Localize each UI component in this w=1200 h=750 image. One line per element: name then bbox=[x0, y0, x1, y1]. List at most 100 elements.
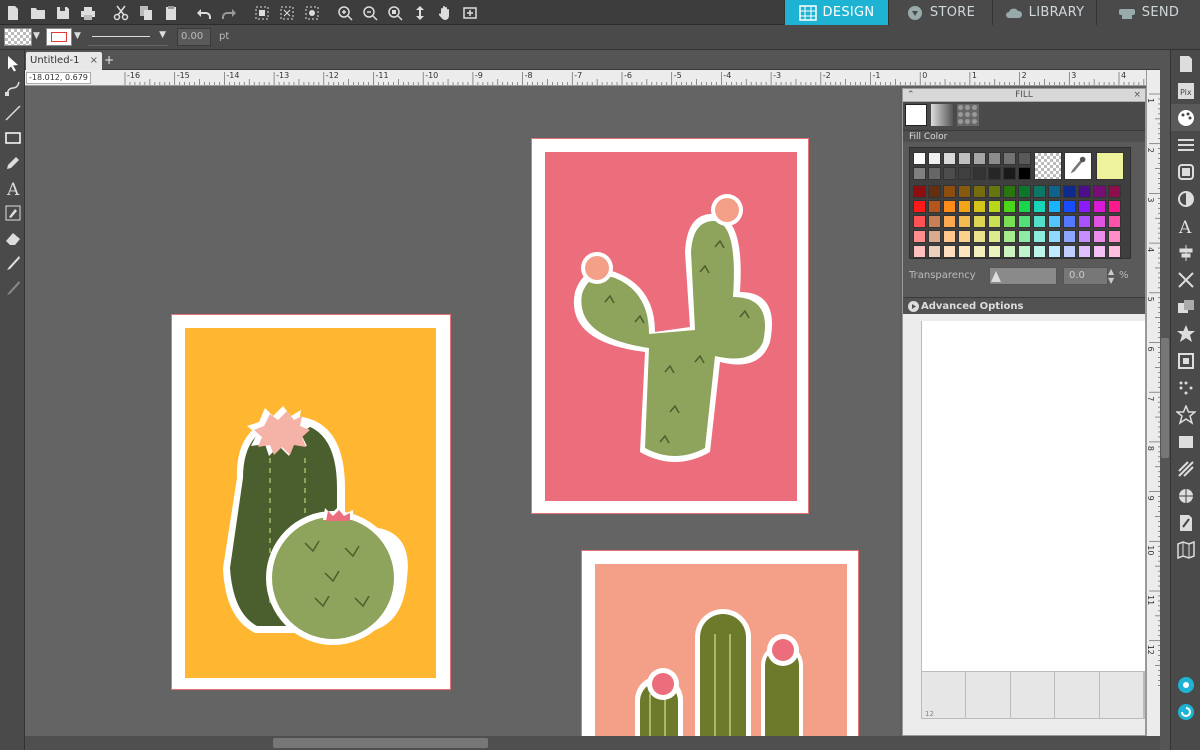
eyedropper-swatch[interactable] bbox=[1064, 152, 1092, 180]
color-swatch[interactable] bbox=[1108, 185, 1121, 198]
fill-dropdown-arrow-icon[interactable]: ▼ bbox=[33, 31, 40, 49]
zoom-fit-icon[interactable] bbox=[382, 0, 407, 25]
color-swatch[interactable] bbox=[1003, 230, 1016, 243]
gradient-fill-tab[interactable] bbox=[931, 104, 953, 126]
color-swatch[interactable] bbox=[1093, 230, 1106, 243]
color-swatch[interactable] bbox=[943, 185, 956, 198]
grey-swatch[interactable] bbox=[988, 152, 1001, 165]
print-icon[interactable] bbox=[75, 0, 100, 25]
deselect-icon[interactable] bbox=[274, 0, 299, 25]
transform-icon[interactable] bbox=[1171, 266, 1200, 293]
tab-design[interactable]: DESIGN bbox=[784, 0, 888, 25]
color-swatch[interactable] bbox=[988, 215, 1001, 228]
settings-gear-icon[interactable] bbox=[1171, 671, 1200, 698]
color-swatch[interactable] bbox=[1018, 185, 1031, 198]
color-swatch[interactable] bbox=[988, 245, 1001, 258]
color-swatch[interactable] bbox=[943, 245, 956, 258]
grey-swatch[interactable] bbox=[988, 167, 1001, 180]
line-width-input[interactable]: 0.00 bbox=[177, 28, 211, 46]
transparency-slider[interactable] bbox=[989, 267, 1057, 285]
horizontal-scrollbar[interactable] bbox=[25, 736, 1160, 750]
align-icon[interactable] bbox=[1171, 239, 1200, 266]
solid-fill-tab[interactable] bbox=[905, 104, 927, 126]
open-folder-icon[interactable] bbox=[25, 0, 50, 25]
grey-swatch[interactable] bbox=[943, 152, 956, 165]
replicate-icon[interactable] bbox=[1171, 293, 1200, 320]
color-swatch[interactable] bbox=[913, 185, 926, 198]
color-swatch[interactable] bbox=[958, 215, 971, 228]
color-swatch[interactable] bbox=[1033, 230, 1046, 243]
color-swatch[interactable] bbox=[973, 200, 986, 213]
favorites-star-icon[interactable] bbox=[1171, 401, 1200, 428]
color-swatch[interactable] bbox=[913, 200, 926, 213]
grey-swatch[interactable] bbox=[1003, 152, 1016, 165]
color-swatch[interactable] bbox=[1093, 200, 1106, 213]
text-style-icon[interactable]: A bbox=[1171, 212, 1200, 239]
eraser-tool-icon[interactable] bbox=[0, 225, 25, 250]
color-swatch[interactable] bbox=[988, 230, 1001, 243]
refresh-icon[interactable] bbox=[1171, 698, 1200, 725]
fill-swatch[interactable] bbox=[4, 28, 32, 46]
line-style-icon[interactable] bbox=[1171, 131, 1200, 158]
grey-swatch[interactable] bbox=[958, 152, 971, 165]
transparency-input[interactable]: 0.0 bbox=[1063, 267, 1108, 285]
pencil-tool-icon[interactable] bbox=[0, 150, 25, 175]
color-swatch[interactable] bbox=[1003, 200, 1016, 213]
color-swatch[interactable] bbox=[928, 185, 941, 198]
library-icon[interactable] bbox=[1171, 428, 1200, 455]
color-swatch[interactable] bbox=[928, 230, 941, 243]
color-swatch[interactable] bbox=[1078, 245, 1091, 258]
color-swatch[interactable] bbox=[973, 185, 986, 198]
cut-icon[interactable] bbox=[108, 0, 133, 25]
grey-swatch[interactable] bbox=[928, 167, 941, 180]
color-swatch[interactable] bbox=[958, 245, 971, 258]
color-swatch[interactable] bbox=[958, 200, 971, 213]
color-swatch[interactable] bbox=[958, 185, 971, 198]
pixscan-icon[interactable]: Pix bbox=[1171, 77, 1200, 104]
grey-swatch[interactable] bbox=[943, 167, 956, 180]
undo-icon[interactable] bbox=[191, 0, 216, 25]
color-swatch[interactable] bbox=[928, 215, 941, 228]
grey-swatch[interactable] bbox=[928, 152, 941, 165]
grid-map-icon[interactable] bbox=[1171, 536, 1200, 563]
color-swatch[interactable] bbox=[1033, 215, 1046, 228]
line-style-select[interactable]: ▼ bbox=[88, 28, 168, 46]
color-swatch[interactable] bbox=[1063, 230, 1076, 243]
sketch-icon[interactable] bbox=[1171, 158, 1200, 185]
color-swatch[interactable] bbox=[1048, 185, 1061, 198]
color-swatch[interactable] bbox=[1078, 185, 1091, 198]
fill-palette-icon[interactable] bbox=[1171, 104, 1200, 131]
print-cut-icon[interactable] bbox=[1171, 509, 1200, 536]
line-color-swatch[interactable] bbox=[46, 28, 72, 46]
color-swatch[interactable] bbox=[1063, 200, 1076, 213]
color-swatch[interactable] bbox=[1048, 230, 1061, 243]
color-swatch[interactable] bbox=[1063, 245, 1076, 258]
layers-icon[interactable] bbox=[1171, 482, 1200, 509]
color-swatch[interactable] bbox=[1018, 200, 1031, 213]
redo-icon[interactable] bbox=[216, 0, 241, 25]
add-page-icon[interactable] bbox=[457, 0, 482, 25]
line-color-dropdown-arrow-icon[interactable]: ▼ bbox=[74, 31, 81, 49]
grey-swatch[interactable] bbox=[1003, 167, 1016, 180]
color-swatch[interactable] bbox=[913, 215, 926, 228]
color-swatch[interactable] bbox=[1078, 230, 1091, 243]
color-swatch[interactable] bbox=[1033, 185, 1046, 198]
page-setup-icon[interactable] bbox=[1171, 50, 1200, 77]
color-swatch[interactable] bbox=[1003, 185, 1016, 198]
color-swatch[interactable] bbox=[1108, 230, 1121, 243]
tab-untitled-1[interactable]: Untitled-1 × bbox=[26, 52, 102, 70]
yellow-cactus-card[interactable] bbox=[171, 314, 451, 690]
edit-points-icon[interactable] bbox=[0, 75, 25, 100]
color-swatch[interactable] bbox=[1078, 200, 1091, 213]
rectangle-tool-icon[interactable] bbox=[0, 125, 25, 150]
grey-swatch[interactable] bbox=[958, 167, 971, 180]
horizontal-scroll-thumb[interactable] bbox=[273, 738, 488, 748]
line-tool-icon[interactable] bbox=[0, 100, 25, 125]
grey-swatch[interactable] bbox=[913, 167, 926, 180]
tab-send[interactable]: SEND bbox=[1096, 0, 1200, 25]
color-swatch[interactable] bbox=[1108, 245, 1121, 258]
color-swatch[interactable] bbox=[913, 245, 926, 258]
save-icon[interactable] bbox=[50, 0, 75, 25]
close-panel-icon[interactable]: × bbox=[1133, 89, 1141, 101]
color-swatch[interactable] bbox=[1078, 215, 1091, 228]
